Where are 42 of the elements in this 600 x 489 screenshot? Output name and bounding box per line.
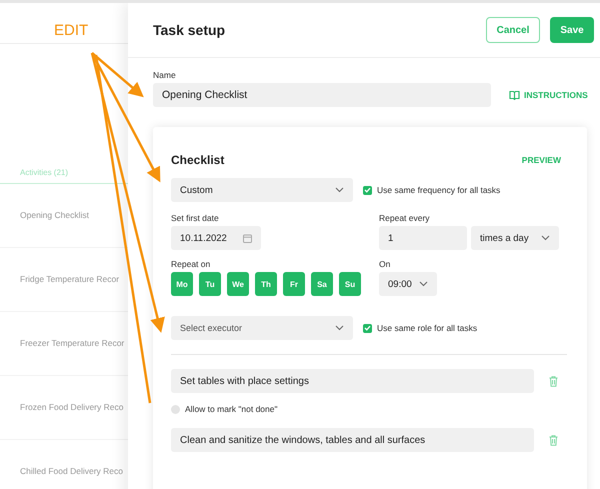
checkbox-label: Allow to mark "not done" xyxy=(185,404,278,414)
save-button[interactable]: Save xyxy=(550,17,594,43)
annotation-label: EDIT xyxy=(54,22,88,39)
cancel-button[interactable]: Cancel xyxy=(486,17,540,43)
time-select[interactable]: 09:00 xyxy=(379,272,437,296)
card-title: Checklist xyxy=(171,153,224,167)
weekday-toggle[interactable]: Fr xyxy=(283,272,305,296)
chevron-down-icon xyxy=(335,325,344,331)
frequency-select[interactable]: Custom xyxy=(171,178,353,202)
weekday-toggle[interactable]: Th xyxy=(255,272,277,296)
task-name-field[interactable]: Clean and sanitize the windows, tables and all surfaces xyxy=(171,428,534,452)
field-label: Name xyxy=(153,70,177,80)
weekday-toggle[interactable]: Tu xyxy=(199,272,221,296)
instructions-link[interactable]: INSTRUCTIONS xyxy=(509,90,588,100)
weekday-toggle[interactable]: Mo xyxy=(171,272,193,296)
checkbox[interactable] xyxy=(171,404,180,414)
checkbox-label: Use same frequency for all tasks xyxy=(377,185,500,195)
repeat-unit-select[interactable]: times a day xyxy=(471,226,559,250)
chevron-down-icon xyxy=(419,281,428,287)
weekday-toggle[interactable]: We xyxy=(227,272,249,296)
field-label: On xyxy=(379,259,392,269)
executor-select[interactable]: Select executor xyxy=(171,316,353,340)
checkbox[interactable] xyxy=(363,324,372,332)
field-label: Repeat on xyxy=(171,259,212,269)
chevron-down-icon xyxy=(335,187,344,193)
checkbox-label: Use same role for all tasks xyxy=(377,323,478,333)
preview-link[interactable]: PREVIEW xyxy=(522,155,561,165)
panel-title: Task setup xyxy=(153,22,226,38)
weekday-toggle[interactable]: Su xyxy=(339,272,361,296)
weekday-toggle[interactable]: Sa xyxy=(311,272,333,296)
trash-icon[interactable] xyxy=(549,434,558,446)
repeat-count-field[interactable]: 1 xyxy=(379,226,467,250)
task-name-field[interactable]: Set tables with place settings xyxy=(171,369,534,393)
checkbox[interactable] xyxy=(363,186,372,194)
book-icon xyxy=(509,90,520,100)
field-label: Repeat every xyxy=(379,213,431,223)
date-field[interactable]: 10.11.2022 xyxy=(171,226,261,250)
chevron-down-icon xyxy=(541,235,550,241)
trash-icon[interactable] xyxy=(549,376,558,386)
field-label: Set first date xyxy=(171,213,220,223)
name-input-field[interactable]: Opening Checklist xyxy=(153,83,491,107)
calendar-icon xyxy=(243,234,252,242)
